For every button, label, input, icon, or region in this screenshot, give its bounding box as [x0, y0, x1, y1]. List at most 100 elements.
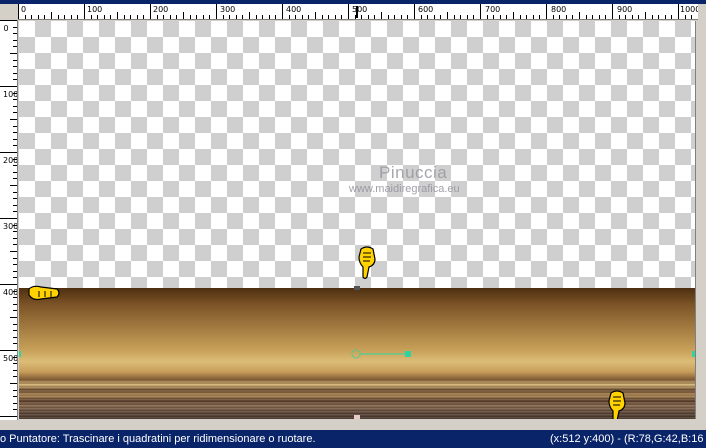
- ruler-tick: [532, 15, 534, 19]
- vertical-ruler: 0 100 200 300 400 500: [0, 20, 18, 420]
- ruler-tick: [598, 15, 600, 19]
- ruler-tick: [31, 15, 33, 19]
- ruler-label: 0: [21, 5, 27, 14]
- ruler-tick: [13, 343, 17, 345]
- ruler-tick: [77, 15, 79, 19]
- ruler-tick: [334, 15, 336, 19]
- ruler-tick: [367, 15, 369, 19]
- ruler-tick: [0, 152, 17, 153]
- ruler-tick: [13, 198, 17, 200]
- ruler-tick: [13, 270, 17, 272]
- vertical-scrollbar[interactable]: [695, 21, 706, 419]
- ruler-tick: [13, 72, 17, 74]
- ruler-tick: [10, 251, 17, 252]
- ruler-tick: [51, 12, 52, 19]
- ruler-tick: [13, 33, 17, 35]
- ruler-tick: [13, 363, 17, 365]
- ruler-tick: [84, 4, 85, 19]
- ruler-tick: [255, 15, 257, 19]
- ruler-tick: [407, 15, 409, 19]
- ruler-tick: [605, 15, 607, 19]
- ruler-tick: [163, 15, 165, 19]
- ruler-tick: [13, 145, 17, 147]
- ruler-tick: [202, 15, 204, 19]
- ruler-label: 300: [3, 222, 18, 231]
- ruler-tick: [10, 185, 17, 186]
- ruler-tick: [374, 15, 376, 19]
- ruler-tick: [13, 99, 17, 101]
- ruler-label: 100: [87, 5, 103, 14]
- ruler-tick: [10, 383, 17, 384]
- ruler-tick: [572, 15, 574, 19]
- ruler-tick: [13, 264, 17, 266]
- ruler-tick: [480, 4, 481, 19]
- ruler-label: 0: [3, 24, 9, 33]
- ruler-tick: [13, 303, 17, 305]
- ruler-tick: [10, 317, 17, 318]
- ruler-tick: [381, 12, 382, 19]
- ruler-tick: [24, 15, 26, 19]
- ruler-tick: [552, 15, 554, 19]
- ruler-tick: [658, 15, 660, 19]
- ruler-tick: [0, 284, 17, 285]
- ruler-tick: [453, 15, 455, 19]
- image-canvas[interactable]: Pinuccia www.maidiregrafica.eu: [19, 21, 695, 419]
- ruler-tick: [13, 330, 17, 332]
- ruler-tick: [486, 15, 488, 19]
- ruler-tick: [513, 12, 514, 19]
- ruler-tick: [242, 15, 244, 19]
- ruler-label: 800: [551, 5, 567, 14]
- ruler-tick: [645, 12, 646, 19]
- ruler-tick: [123, 15, 125, 19]
- ruler-tick: [691, 15, 693, 19]
- ruler-tick: [13, 39, 17, 41]
- ruler-label: 200: [3, 156, 18, 165]
- ruler-tick: [13, 165, 17, 167]
- ruler-tick: [13, 211, 17, 213]
- ruler-tick: [539, 15, 541, 19]
- ruler-tick: [0, 218, 17, 219]
- ruler-label: 500: [3, 354, 18, 363]
- ruler-tick: [13, 178, 17, 180]
- ruler-tick: [295, 15, 297, 19]
- bottom-center-handle[interactable]: [354, 415, 360, 419]
- status-message: o Puntatore: Trascinare i quadratini per…: [0, 433, 316, 445]
- rotation-handle-icon[interactable]: [349, 347, 415, 361]
- ruler-tick: [13, 204, 17, 206]
- ruler-tick: [460, 15, 462, 19]
- ruler-label: 500: [352, 5, 368, 14]
- ruler-tick: [301, 15, 303, 19]
- left-center-handle[interactable]: [19, 351, 21, 357]
- ruler-tick: [678, 4, 679, 19]
- ruler-tick: [13, 231, 17, 233]
- ruler-tick: [414, 4, 415, 19]
- ruler-tick: [13, 402, 17, 404]
- ruler-tick: [13, 105, 17, 107]
- ruler-tick: [156, 15, 158, 19]
- ruler-tick: [37, 15, 39, 19]
- ruler-tick: [420, 15, 422, 19]
- ruler-label: 100: [3, 90, 18, 99]
- ruler-tick: [13, 244, 17, 246]
- ruler-tick: [684, 15, 686, 19]
- status-coordinates: (x:512 y:400) - (R:78,G:42,B:16: [550, 433, 704, 445]
- ruler-tick: [13, 79, 17, 81]
- ruler-tick: [10, 53, 17, 54]
- ruler-tick: [546, 4, 547, 19]
- ruler-tick: [13, 125, 17, 127]
- ruler-tick: [235, 15, 237, 19]
- ruler-tick: [506, 15, 508, 19]
- ruler-tick: [13, 46, 17, 48]
- ruler-tick: [499, 15, 501, 19]
- top-center-handle[interactable]: [354, 286, 360, 290]
- ruler-tick: [216, 4, 217, 19]
- pointing-hand-icon: [28, 285, 60, 301]
- ruler-tick: [13, 389, 17, 391]
- ruler-tick: [13, 323, 17, 325]
- ruler-label: 600: [418, 5, 434, 14]
- ruler-tick: [196, 15, 198, 19]
- ruler-tick: [13, 138, 17, 140]
- ruler-tick: [229, 15, 231, 19]
- ruler-label: 400: [3, 288, 18, 297]
- ruler-tick: [0, 416, 17, 417]
